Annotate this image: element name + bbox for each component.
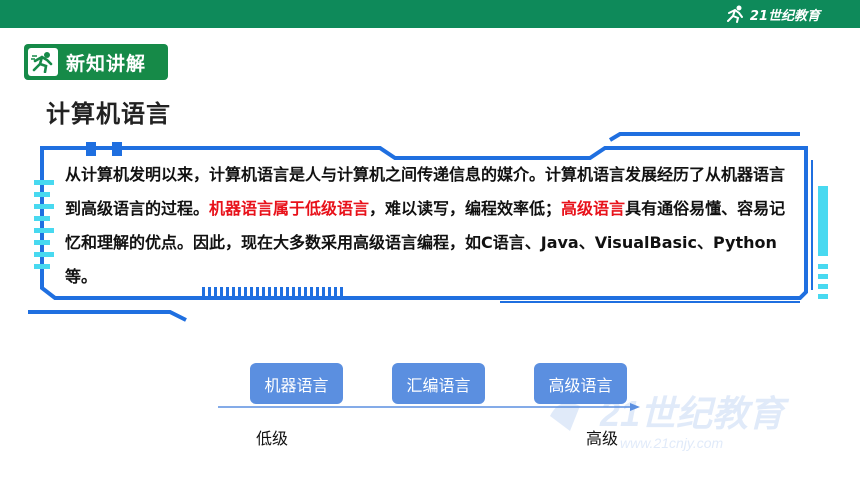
text-segment: ，难以读写，编程效率低； — [369, 199, 562, 218]
watermark-text: 21世纪教育 — [599, 393, 790, 434]
highlight-low-level: 机器语言属于低级语言 — [209, 199, 370, 218]
watermark-logo: 21世纪教育 www.21cnjy.com — [550, 393, 790, 451]
watermark-url: www.21cnjy.com — [620, 435, 724, 451]
content-paragraph: 从计算机发明以来，计算机语言是人与计算机之间传递信息的媒介。计算机语言发展经历了… — [65, 158, 795, 294]
stage-machine-language[interactable]: 机器语言 — [250, 363, 343, 404]
low-level-label: 低级 — [256, 429, 289, 448]
stage-assembly-language[interactable]: 汇编语言 — [392, 363, 485, 404]
highlight-high-level: 高级语言 — [561, 199, 626, 218]
